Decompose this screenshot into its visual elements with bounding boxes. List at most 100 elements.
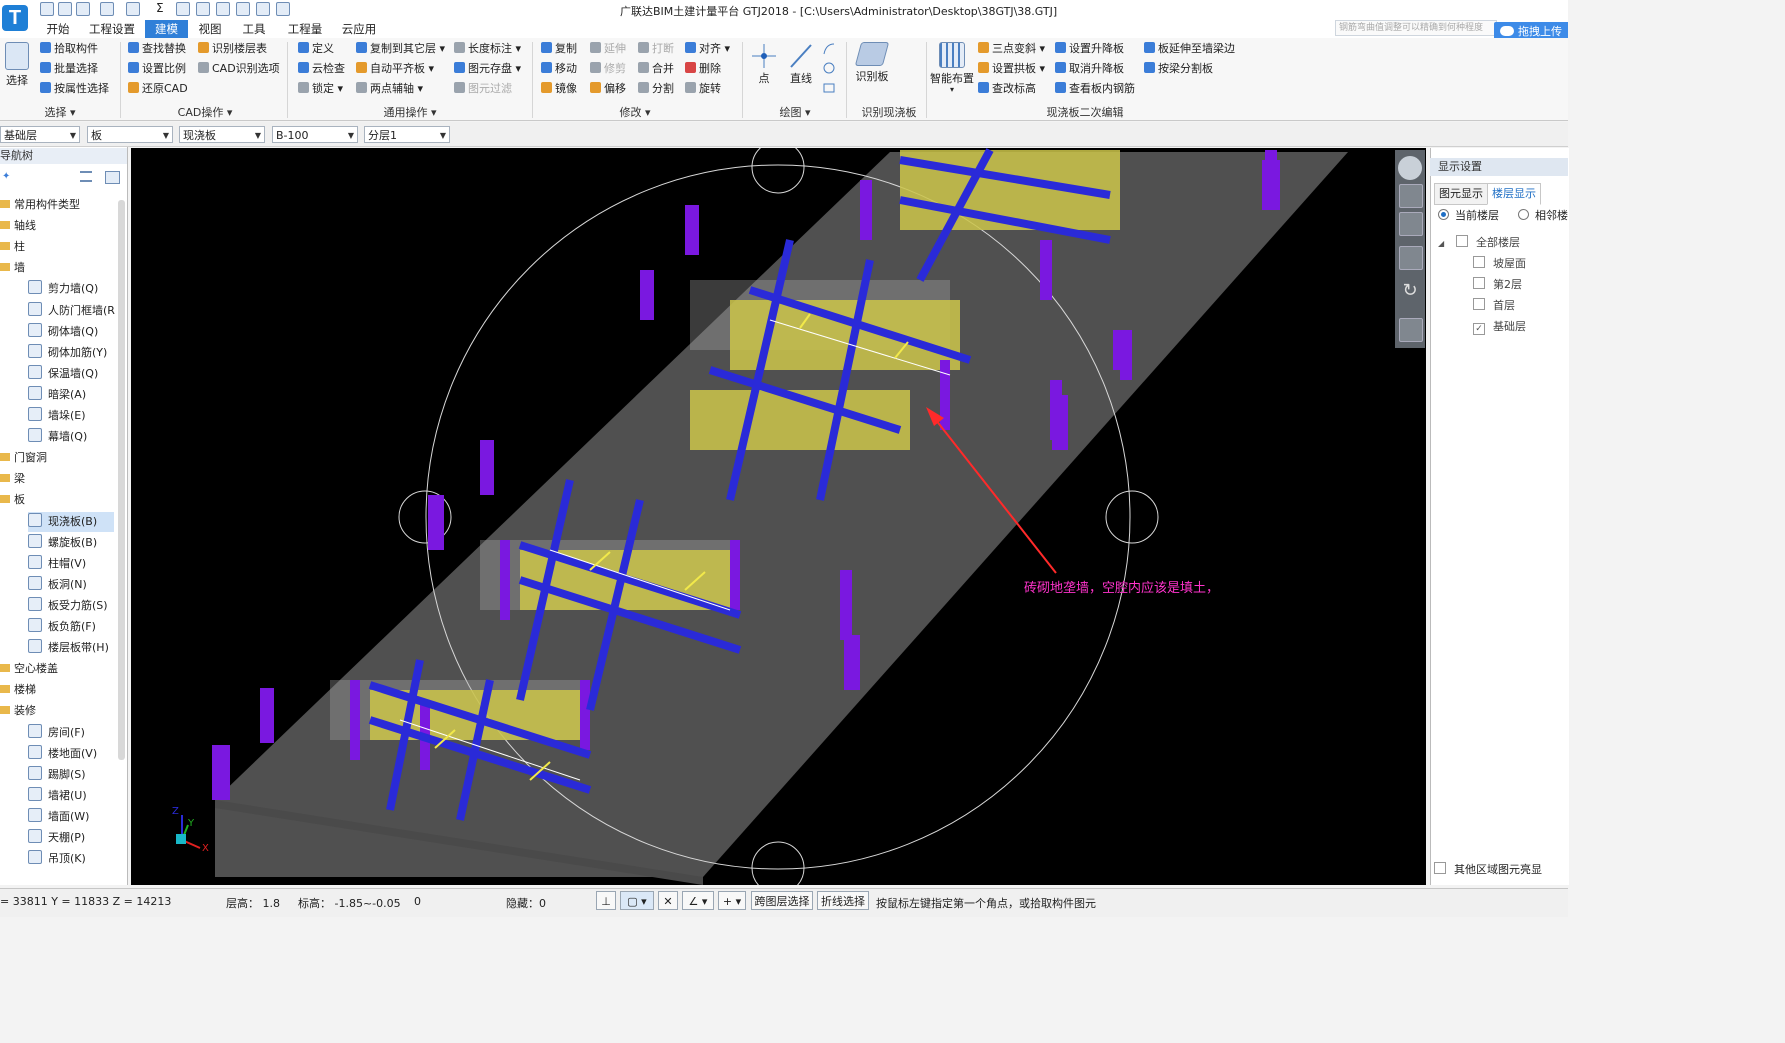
rotate-button[interactable]: 旋转 bbox=[685, 81, 721, 97]
floor-checkbox[interactable]: 首层 bbox=[1473, 296, 1515, 316]
nav-item[interactable]: 墙垛(E) bbox=[28, 406, 114, 426]
lock-button[interactable]: 锁定 ▾ bbox=[298, 81, 343, 97]
arc-icon[interactable] bbox=[822, 42, 836, 56]
two-point-axis-button[interactable]: 两点辅轴 ▾ bbox=[356, 81, 423, 97]
nav-item[interactable]: 板负筋(F) bbox=[28, 617, 114, 637]
dynamic-input-toggle[interactable]: ✕ bbox=[658, 891, 678, 910]
align-button[interactable]: 对齐 ▾ bbox=[685, 41, 730, 57]
delete-button[interactable]: 删除 bbox=[685, 61, 721, 77]
tab-cloud[interactable]: 云应用 bbox=[336, 20, 382, 38]
length-dim-button[interactable]: 长度标注 ▾ bbox=[454, 41, 521, 57]
tab-modeling[interactable]: 建模 bbox=[145, 20, 188, 38]
tab-quantity[interactable]: 工程量 bbox=[282, 20, 328, 38]
tab-floor-display[interactable]: 楼层显示 bbox=[1487, 183, 1541, 205]
nav-item[interactable]: 现浇板(B) bbox=[28, 511, 114, 532]
nav-item[interactable]: 楼层板带(H) bbox=[28, 638, 114, 658]
nav-item[interactable]: 砌体加筋(Y) bbox=[28, 343, 114, 363]
layer-select[interactable]: 分层1 ▼ bbox=[364, 126, 450, 143]
copy-to-layer-button[interactable]: 复制到其它层 ▾ bbox=[356, 41, 445, 57]
offset-button[interactable]: 偏移 bbox=[590, 81, 626, 97]
smart-layout-button[interactable]: 智能布置 ▾ bbox=[930, 42, 974, 94]
tab-tools[interactable]: 工具 bbox=[236, 20, 272, 38]
nav-item[interactable]: 空心楼盖 bbox=[0, 659, 114, 679]
recognize-slab-button[interactable]: 识别板 bbox=[852, 42, 892, 84]
cube-view-icon[interactable] bbox=[1399, 246, 1423, 270]
nav-item[interactable]: 柱帽(V) bbox=[28, 554, 114, 574]
list-view-icon[interactable] bbox=[80, 171, 92, 182]
floor-checkbox[interactable]: ✓ 基础层 bbox=[1473, 317, 1526, 337]
3d-viewport[interactable] bbox=[131, 148, 1426, 885]
snap-toggle[interactable]: ▢ ▾ bbox=[620, 891, 654, 910]
select-by-attr-button[interactable]: 按属性选择 bbox=[40, 81, 109, 97]
type-select[interactable]: 现浇板 ▼ bbox=[179, 126, 265, 143]
brush-icon[interactable] bbox=[236, 2, 250, 16]
offset-toggle[interactable]: + ▾ bbox=[718, 891, 746, 910]
nav-scrollbar[interactable] bbox=[118, 200, 125, 760]
move-button[interactable]: 移动 bbox=[541, 61, 577, 77]
extend-slab-button[interactable]: 板延伸至墙梁边 bbox=[1144, 41, 1235, 57]
mirror-button[interactable]: 镜像 bbox=[541, 81, 577, 97]
nav-item[interactable]: 装修 bbox=[0, 701, 114, 721]
settings-icon[interactable] bbox=[276, 2, 290, 16]
draw-line-button[interactable]: 直线 bbox=[786, 42, 816, 86]
nav-item[interactable]: 轴线 bbox=[0, 216, 114, 236]
sum-icon[interactable]: Σ bbox=[156, 2, 168, 14]
view-icon[interactable] bbox=[196, 2, 210, 16]
nav-item[interactable]: 房间(F) bbox=[28, 723, 114, 743]
cad-recog-options-button[interactable]: CAD识别选项 bbox=[198, 61, 280, 77]
floor-checkbox[interactable]: 坡屋面 bbox=[1473, 254, 1526, 274]
split-by-beam-button[interactable]: 按梁分割板 bbox=[1144, 61, 1213, 77]
radio-current-floor[interactable]: 当前楼层 bbox=[1438, 206, 1499, 226]
tab-project-settings[interactable]: 工程设置 bbox=[86, 20, 138, 38]
nav-item[interactable]: 墙裙(U) bbox=[28, 786, 114, 806]
nav-item[interactable]: 墙 bbox=[0, 258, 114, 278]
nav-item[interactable]: 保温墙(Q) bbox=[28, 364, 114, 384]
nav-item[interactable]: 踢脚(S) bbox=[28, 765, 114, 785]
three-point-slope-button[interactable]: 三点变斜 ▾ bbox=[978, 41, 1045, 57]
report-icon[interactable] bbox=[176, 2, 190, 16]
new-file-icon[interactable] bbox=[40, 2, 54, 16]
element-save-button[interactable]: 图元存盘 ▾ bbox=[454, 61, 521, 77]
redo-icon[interactable] bbox=[126, 2, 140, 16]
auto-flush-button[interactable]: 自动平齐板 ▾ bbox=[356, 61, 434, 77]
app-logo[interactable]: T bbox=[2, 5, 28, 31]
nav-item[interactable]: 幕墙(Q) bbox=[28, 427, 114, 447]
cross-layer-select-button[interactable]: 跨图层选择 bbox=[751, 891, 813, 910]
orbit-view-icon[interactable] bbox=[1398, 156, 1422, 180]
export-icon[interactable] bbox=[216, 2, 230, 16]
break-button[interactable]: 打断 bbox=[638, 41, 674, 57]
2d-view-icon[interactable] bbox=[1399, 184, 1423, 208]
print-icon[interactable] bbox=[256, 2, 270, 16]
model-canvas[interactable] bbox=[131, 148, 1426, 885]
pick-component-button[interactable]: 拾取构件 bbox=[40, 41, 98, 57]
split-button[interactable]: 分割 bbox=[638, 81, 674, 97]
ortho-toggle[interactable]: ⊥ bbox=[596, 891, 616, 910]
extend-button[interactable]: 延伸 bbox=[590, 41, 626, 57]
grid-toggle-icon[interactable] bbox=[1399, 318, 1423, 342]
polyline-select-button[interactable]: 折线选择 bbox=[817, 891, 869, 910]
nav-item[interactable]: 梁 bbox=[0, 469, 114, 489]
nav-item[interactable]: 吊顶(K) bbox=[28, 849, 114, 869]
search-input[interactable]: 钢筋弯曲值调整可以精确到何种程度 bbox=[1335, 20, 1497, 36]
tab-start[interactable]: 开始 bbox=[40, 20, 76, 38]
3d-box-icon[interactable] bbox=[1399, 212, 1423, 236]
batch-select-button[interactable]: 批量选择 bbox=[40, 61, 98, 77]
nav-item[interactable]: 人防门框墙(R bbox=[28, 301, 115, 321]
set-raise-lower-button[interactable]: 设置升降板 bbox=[1055, 41, 1124, 57]
grid-view-icon[interactable] bbox=[105, 171, 120, 184]
find-replace-button[interactable]: 查找替换 bbox=[128, 41, 186, 57]
nav-item[interactable]: 板洞(N) bbox=[28, 575, 114, 595]
check-elevation-button[interactable]: 查改标高 bbox=[978, 81, 1036, 97]
nav-item[interactable]: 砌体墙(Q) bbox=[28, 322, 114, 342]
select-button[interactable]: 选择 bbox=[2, 42, 32, 88]
radio-adjacent-floor[interactable]: 相邻楼 bbox=[1518, 206, 1568, 226]
tab-element-display[interactable]: 图元显示 bbox=[1434, 183, 1488, 205]
component-select[interactable]: B-100 ▼ bbox=[272, 126, 358, 143]
nav-item[interactable]: 螺旋板(B) bbox=[28, 533, 114, 553]
cloud-check-button[interactable]: 云检查 bbox=[298, 61, 345, 77]
view-slab-rebar-button[interactable]: 查看板内钢筋 bbox=[1055, 81, 1135, 97]
floor-checkbox[interactable]: 第2层 bbox=[1473, 275, 1522, 295]
nav-item[interactable]: 门窗洞 bbox=[0, 448, 114, 468]
merge-button[interactable]: 合并 bbox=[638, 61, 674, 77]
nav-item[interactable]: 柱 bbox=[0, 237, 114, 257]
